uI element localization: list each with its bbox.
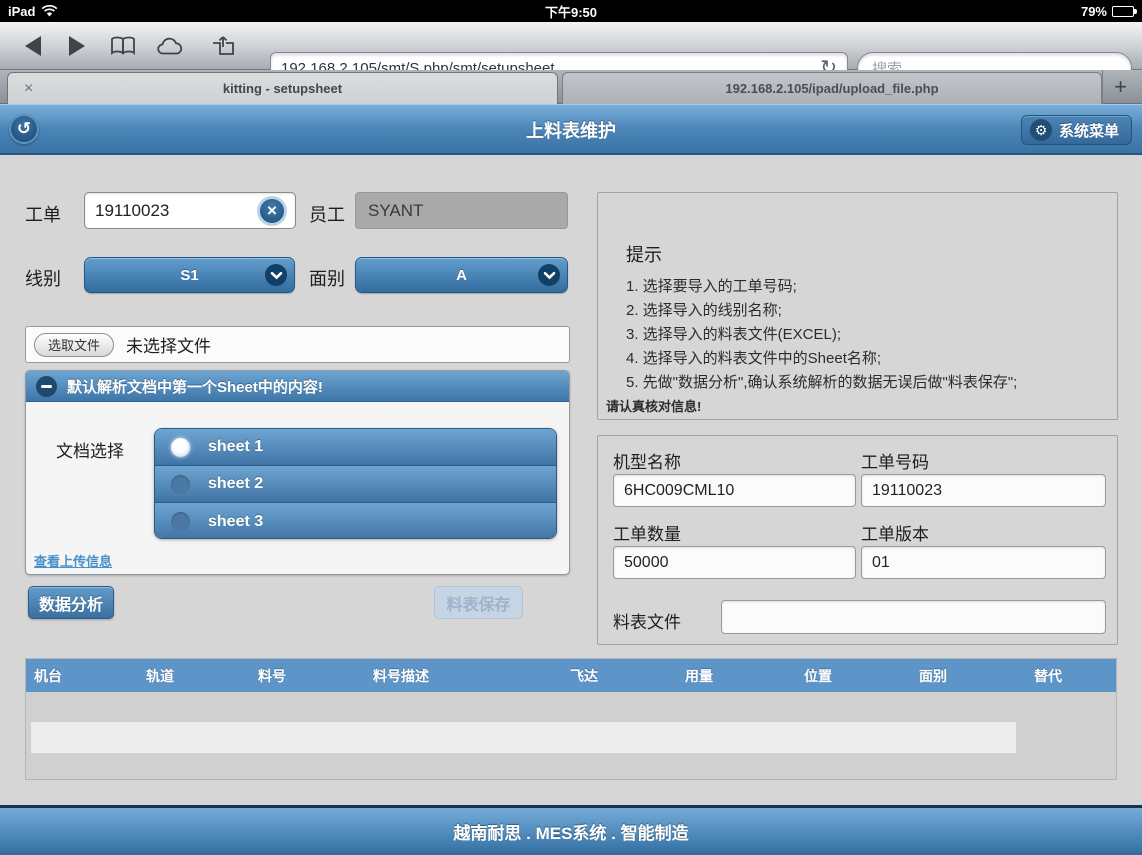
status-bar: iPad 下午9:50 79% [0, 0, 1142, 22]
tab-upload-file[interactable]: 192.168.2.105/ipad/upload_file.php [562, 72, 1102, 104]
hints-panel: 提示 1. 选择要导入的工单号码; 2. 选择导入的线别名称; 3. 选择导入的… [597, 192, 1118, 420]
col-side: 面别 [919, 659, 947, 692]
order-version-input[interactable]: 01 [861, 546, 1106, 579]
col-feeder: 飞达 [570, 659, 598, 692]
battery-icon [1112, 6, 1134, 17]
side-label: 面别 [309, 265, 345, 291]
tab-bar: × kitting - setupsheet 192.168.2.105/ipa… [0, 70, 1142, 104]
order-number-label: 工单号码 [861, 448, 929, 473]
sheet-option-3[interactable]: sheet 3 [155, 503, 556, 539]
close-tab-icon[interactable]: × [24, 80, 33, 98]
sheet-file-input[interactable] [721, 600, 1106, 634]
material-table: 机台 轨道 料号 料号描述 飞达 用量 位置 面别 替代 [25, 658, 1117, 780]
work-order-value: 19110023 [95, 201, 169, 221]
details-panel: 机型名称 工单号码 6HC009CML10 19110023 工单数量 工单版本… [597, 435, 1118, 645]
gear-icon: ⚙ [1030, 119, 1052, 141]
hint-item: 2. 选择导入的线别名称; [626, 299, 1017, 323]
analyze-data-button[interactable]: 数据分析 [28, 586, 114, 619]
col-track: 轨道 [146, 659, 174, 692]
col-position: 位置 [804, 659, 832, 692]
order-version-value: 01 [872, 554, 890, 572]
col-part-no: 料号 [258, 659, 286, 692]
col-machine: 机台 [34, 659, 62, 692]
clear-input-icon[interactable]: × [257, 196, 287, 226]
model-name-label: 机型名称 [613, 448, 681, 473]
file-status-text: 未选择文件 [126, 332, 211, 357]
col-usage: 用量 [685, 659, 713, 692]
line-label: 线别 [25, 265, 61, 291]
sheet-panel-title: 默认解析文档中第一个Sheet中的内容! [67, 376, 323, 397]
hints-note: 请认真核对信息! [606, 396, 701, 415]
tab-title: kitting - setupsheet [223, 81, 342, 96]
radio-unselected-icon [171, 475, 190, 494]
share-icon[interactable] [206, 22, 240, 70]
line-select-value: S1 [180, 267, 198, 284]
chevron-down-icon [265, 264, 287, 286]
order-number-value: 19110023 [872, 482, 942, 500]
model-name-value: 6HC009CML10 [624, 482, 734, 500]
app-header: ↺ 上料表维护 ⚙ 系统菜单 [0, 104, 1142, 155]
sheet-panel-header[interactable]: 默认解析文档中第一个Sheet中的内容! [26, 371, 569, 402]
hints-list: 1. 选择要导入的工单号码; 2. 选择导入的线别名称; 3. 选择导入的料表文… [626, 275, 1017, 395]
work-order-label: 工单 [25, 201, 61, 227]
side-select-value: A [456, 267, 467, 284]
table-header-row: 机台 轨道 料号 料号描述 飞达 用量 位置 面别 替代 [26, 659, 1116, 692]
system-menu-button[interactable]: ⚙ 系统菜单 [1021, 115, 1132, 145]
system-menu-label: 系统菜单 [1059, 120, 1119, 141]
hint-item: 3. 选择导入的料表文件(EXCEL); [626, 323, 1017, 347]
chevron-down-icon [538, 264, 560, 286]
tab-kitting-setupsheet[interactable]: × kitting - setupsheet [7, 72, 558, 104]
hints-title: 提示 [626, 241, 662, 267]
choose-file-button[interactable]: 选取文件 [34, 333, 114, 357]
hint-item: 1. 选择要导入的工单号码; [626, 275, 1017, 299]
sheet-option-1[interactable]: sheet 1 [155, 429, 556, 466]
model-name-input[interactable]: 6HC009CML10 [613, 474, 856, 507]
save-sheet-button[interactable]: 料表保存 [434, 586, 523, 619]
employee-value: SYANT [368, 201, 423, 221]
table-row [31, 722, 1016, 753]
new-tab-button[interactable]: + [1102, 70, 1138, 104]
view-upload-info-link[interactable]: 查看上传信息 [34, 551, 112, 570]
col-substitute: 替代 [1034, 659, 1062, 692]
sheet-option-label: sheet 1 [208, 438, 263, 456]
order-number-input[interactable]: 19110023 [861, 474, 1106, 507]
order-version-label: 工单版本 [861, 520, 929, 545]
page-title: 上料表维护 [0, 105, 1142, 154]
collapse-icon[interactable] [36, 376, 57, 397]
col-part-desc: 料号描述 [373, 659, 429, 692]
hint-item: 4. 选择导入的料表文件中的Sheet名称; [626, 347, 1017, 371]
doc-select-label: 文档选择 [56, 437, 124, 462]
ipad-screen: iPad 下午9:50 79% [0, 0, 1142, 855]
side-select[interactable]: A [355, 257, 568, 293]
clock: 下午9:50 [0, 2, 1142, 21]
radio-unselected-icon [171, 512, 190, 531]
sheet-list: sheet 1 sheet 2 sheet 3 [154, 428, 557, 539]
file-input[interactable]: 选取文件 未选择文件 [25, 326, 570, 363]
order-qty-value: 50000 [624, 554, 669, 572]
battery-percent: 79% [1081, 4, 1107, 19]
sheet-option-2[interactable]: sheet 2 [155, 466, 556, 503]
browser-toolbar: 192.168.2.105/smt/S.php/smt/setupsheet ↻… [0, 22, 1142, 70]
icloud-tabs-icon[interactable] [152, 22, 188, 70]
line-select[interactable]: S1 [84, 257, 295, 293]
order-qty-label: 工单数量 [613, 520, 681, 545]
bookmarks-icon[interactable] [106, 22, 140, 70]
employee-field: SYANT [355, 192, 568, 229]
forward-nav-icon[interactable] [62, 22, 92, 70]
sheet-option-label: sheet 3 [208, 513, 263, 531]
order-qty-input[interactable]: 50000 [613, 546, 856, 579]
sheet-panel: 默认解析文档中第一个Sheet中的内容! 文档选择 sheet 1 sheet … [25, 370, 570, 575]
sheet-file-label: 料表文件 [613, 608, 681, 633]
back-nav-icon[interactable] [18, 22, 48, 70]
footer-text: 越南耐思 . MES系统 . 智能制造 [453, 819, 688, 844]
radio-selected-icon [171, 438, 190, 457]
app-footer: 越南耐思 . MES系统 . 智能制造 [0, 805, 1142, 855]
sheet-option-label: sheet 2 [208, 475, 263, 493]
employee-label: 员工 [309, 201, 345, 227]
tab-title: 192.168.2.105/ipad/upload_file.php [725, 81, 938, 96]
hint-item: 5. 先做"数据分析",确认系统解析的数据无误后做"料表保存"; [626, 371, 1017, 395]
